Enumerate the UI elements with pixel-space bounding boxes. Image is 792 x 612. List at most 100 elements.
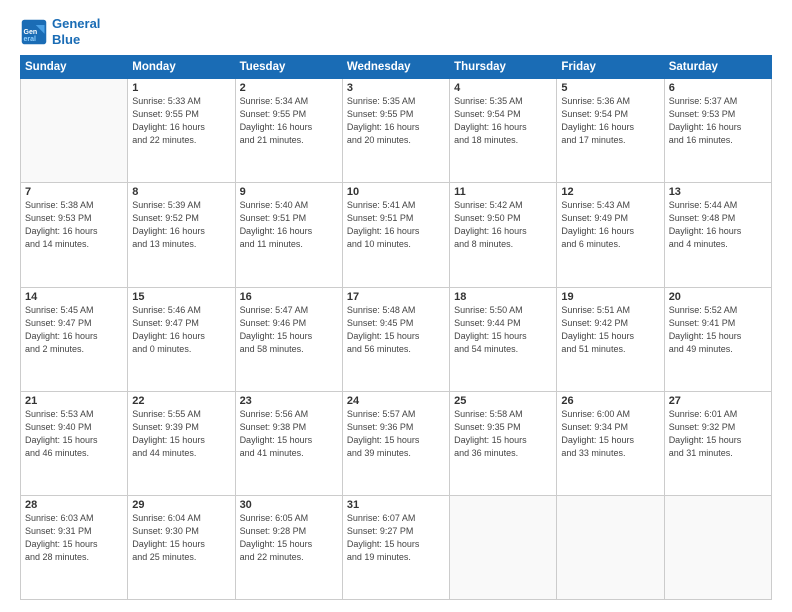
day-info: Sunrise: 5:42 AM Sunset: 9:50 PM Dayligh… [454, 199, 552, 251]
day-info: Sunrise: 5:46 AM Sunset: 9:47 PM Dayligh… [132, 304, 230, 356]
day-number: 5 [561, 82, 659, 94]
day-info: Sunrise: 5:34 AM Sunset: 9:55 PM Dayligh… [240, 95, 338, 147]
day-number: 14 [25, 291, 123, 303]
day-info: Sunrise: 5:39 AM Sunset: 9:52 PM Dayligh… [132, 199, 230, 251]
day-info: Sunrise: 5:38 AM Sunset: 9:53 PM Dayligh… [25, 199, 123, 251]
day-info: Sunrise: 6:07 AM Sunset: 9:27 PM Dayligh… [347, 512, 445, 564]
calendar-cell: 12Sunrise: 5:43 AM Sunset: 9:49 PM Dayli… [557, 183, 664, 287]
day-number: 12 [561, 186, 659, 198]
day-number: 31 [347, 499, 445, 511]
header: Gen eral General Blue [20, 16, 772, 47]
calendar-week-4: 28Sunrise: 6:03 AM Sunset: 9:31 PM Dayli… [21, 495, 772, 599]
calendar-cell [21, 79, 128, 183]
calendar-cell: 17Sunrise: 5:48 AM Sunset: 9:45 PM Dayli… [342, 287, 449, 391]
day-info: Sunrise: 5:36 AM Sunset: 9:54 PM Dayligh… [561, 95, 659, 147]
calendar-cell: 3Sunrise: 5:35 AM Sunset: 9:55 PM Daylig… [342, 79, 449, 183]
day-number: 29 [132, 499, 230, 511]
day-number: 19 [561, 291, 659, 303]
calendar-cell: 30Sunrise: 6:05 AM Sunset: 9:28 PM Dayli… [235, 495, 342, 599]
day-number: 21 [25, 395, 123, 407]
day-number: 13 [669, 186, 767, 198]
calendar-cell: 19Sunrise: 5:51 AM Sunset: 9:42 PM Dayli… [557, 287, 664, 391]
calendar-cell: 20Sunrise: 5:52 AM Sunset: 9:41 PM Dayli… [664, 287, 771, 391]
calendar-cell: 6Sunrise: 5:37 AM Sunset: 9:53 PM Daylig… [664, 79, 771, 183]
day-number: 1 [132, 82, 230, 94]
calendar-cell: 22Sunrise: 5:55 AM Sunset: 9:39 PM Dayli… [128, 391, 235, 495]
day-number: 25 [454, 395, 552, 407]
day-number: 9 [240, 186, 338, 198]
calendar-week-2: 14Sunrise: 5:45 AM Sunset: 9:47 PM Dayli… [21, 287, 772, 391]
calendar-cell: 18Sunrise: 5:50 AM Sunset: 9:44 PM Dayli… [450, 287, 557, 391]
day-info: Sunrise: 5:35 AM Sunset: 9:54 PM Dayligh… [454, 95, 552, 147]
calendar-week-0: 1Sunrise: 5:33 AM Sunset: 9:55 PM Daylig… [21, 79, 772, 183]
calendar-week-3: 21Sunrise: 5:53 AM Sunset: 9:40 PM Dayli… [21, 391, 772, 495]
day-info: Sunrise: 6:00 AM Sunset: 9:34 PM Dayligh… [561, 408, 659, 460]
svg-text:eral: eral [24, 35, 37, 42]
day-info: Sunrise: 5:35 AM Sunset: 9:55 PM Dayligh… [347, 95, 445, 147]
calendar-header-saturday: Saturday [664, 56, 771, 79]
day-number: 2 [240, 82, 338, 94]
day-info: Sunrise: 6:01 AM Sunset: 9:32 PM Dayligh… [669, 408, 767, 460]
calendar-cell: 28Sunrise: 6:03 AM Sunset: 9:31 PM Dayli… [21, 495, 128, 599]
calendar-cell: 29Sunrise: 6:04 AM Sunset: 9:30 PM Dayli… [128, 495, 235, 599]
day-number: 11 [454, 186, 552, 198]
calendar-table: SundayMondayTuesdayWednesdayThursdayFrid… [20, 55, 772, 600]
day-info: Sunrise: 5:51 AM Sunset: 9:42 PM Dayligh… [561, 304, 659, 356]
day-number: 26 [561, 395, 659, 407]
day-number: 27 [669, 395, 767, 407]
day-info: Sunrise: 5:40 AM Sunset: 9:51 PM Dayligh… [240, 199, 338, 251]
day-info: Sunrise: 5:41 AM Sunset: 9:51 PM Dayligh… [347, 199, 445, 251]
day-number: 4 [454, 82, 552, 94]
day-info: Sunrise: 5:50 AM Sunset: 9:44 PM Dayligh… [454, 304, 552, 356]
calendar-cell: 16Sunrise: 5:47 AM Sunset: 9:46 PM Dayli… [235, 287, 342, 391]
calendar-cell: 2Sunrise: 5:34 AM Sunset: 9:55 PM Daylig… [235, 79, 342, 183]
calendar-cell: 31Sunrise: 6:07 AM Sunset: 9:27 PM Dayli… [342, 495, 449, 599]
svg-text:Gen: Gen [24, 28, 38, 35]
day-info: Sunrise: 5:47 AM Sunset: 9:46 PM Dayligh… [240, 304, 338, 356]
day-number: 10 [347, 186, 445, 198]
day-number: 6 [669, 82, 767, 94]
calendar-header-thursday: Thursday [450, 56, 557, 79]
page: Gen eral General Blue SundayMondayTuesda… [0, 0, 792, 612]
day-number: 23 [240, 395, 338, 407]
calendar-cell: 21Sunrise: 5:53 AM Sunset: 9:40 PM Dayli… [21, 391, 128, 495]
day-info: Sunrise: 5:37 AM Sunset: 9:53 PM Dayligh… [669, 95, 767, 147]
day-number: 28 [25, 499, 123, 511]
day-info: Sunrise: 5:44 AM Sunset: 9:48 PM Dayligh… [669, 199, 767, 251]
day-number: 7 [25, 186, 123, 198]
day-number: 22 [132, 395, 230, 407]
day-number: 30 [240, 499, 338, 511]
calendar-header-friday: Friday [557, 56, 664, 79]
calendar-cell [450, 495, 557, 599]
day-number: 8 [132, 186, 230, 198]
calendar-cell: 9Sunrise: 5:40 AM Sunset: 9:51 PM Daylig… [235, 183, 342, 287]
calendar-week-1: 7Sunrise: 5:38 AM Sunset: 9:53 PM Daylig… [21, 183, 772, 287]
calendar-header-row: SundayMondayTuesdayWednesdayThursdayFrid… [21, 56, 772, 79]
calendar-cell: 13Sunrise: 5:44 AM Sunset: 9:48 PM Dayli… [664, 183, 771, 287]
day-number: 18 [454, 291, 552, 303]
calendar-cell: 8Sunrise: 5:39 AM Sunset: 9:52 PM Daylig… [128, 183, 235, 287]
calendar-cell: 15Sunrise: 5:46 AM Sunset: 9:47 PM Dayli… [128, 287, 235, 391]
day-info: Sunrise: 5:57 AM Sunset: 9:36 PM Dayligh… [347, 408, 445, 460]
calendar-header-tuesday: Tuesday [235, 56, 342, 79]
day-info: Sunrise: 5:52 AM Sunset: 9:41 PM Dayligh… [669, 304, 767, 356]
calendar-cell: 11Sunrise: 5:42 AM Sunset: 9:50 PM Dayli… [450, 183, 557, 287]
logo-text: General Blue [52, 16, 100, 47]
day-number: 16 [240, 291, 338, 303]
day-info: Sunrise: 5:56 AM Sunset: 9:38 PM Dayligh… [240, 408, 338, 460]
calendar-cell: 24Sunrise: 5:57 AM Sunset: 9:36 PM Dayli… [342, 391, 449, 495]
day-number: 3 [347, 82, 445, 94]
logo-icon: Gen eral [20, 18, 48, 46]
day-number: 24 [347, 395, 445, 407]
calendar-cell: 7Sunrise: 5:38 AM Sunset: 9:53 PM Daylig… [21, 183, 128, 287]
day-info: Sunrise: 6:05 AM Sunset: 9:28 PM Dayligh… [240, 512, 338, 564]
day-info: Sunrise: 5:45 AM Sunset: 9:47 PM Dayligh… [25, 304, 123, 356]
calendar-cell: 5Sunrise: 5:36 AM Sunset: 9:54 PM Daylig… [557, 79, 664, 183]
day-info: Sunrise: 6:03 AM Sunset: 9:31 PM Dayligh… [25, 512, 123, 564]
calendar-cell: 1Sunrise: 5:33 AM Sunset: 9:55 PM Daylig… [128, 79, 235, 183]
day-info: Sunrise: 5:53 AM Sunset: 9:40 PM Dayligh… [25, 408, 123, 460]
calendar-cell: 26Sunrise: 6:00 AM Sunset: 9:34 PM Dayli… [557, 391, 664, 495]
calendar-cell: 25Sunrise: 5:58 AM Sunset: 9:35 PM Dayli… [450, 391, 557, 495]
calendar-cell [664, 495, 771, 599]
day-info: Sunrise: 6:04 AM Sunset: 9:30 PM Dayligh… [132, 512, 230, 564]
